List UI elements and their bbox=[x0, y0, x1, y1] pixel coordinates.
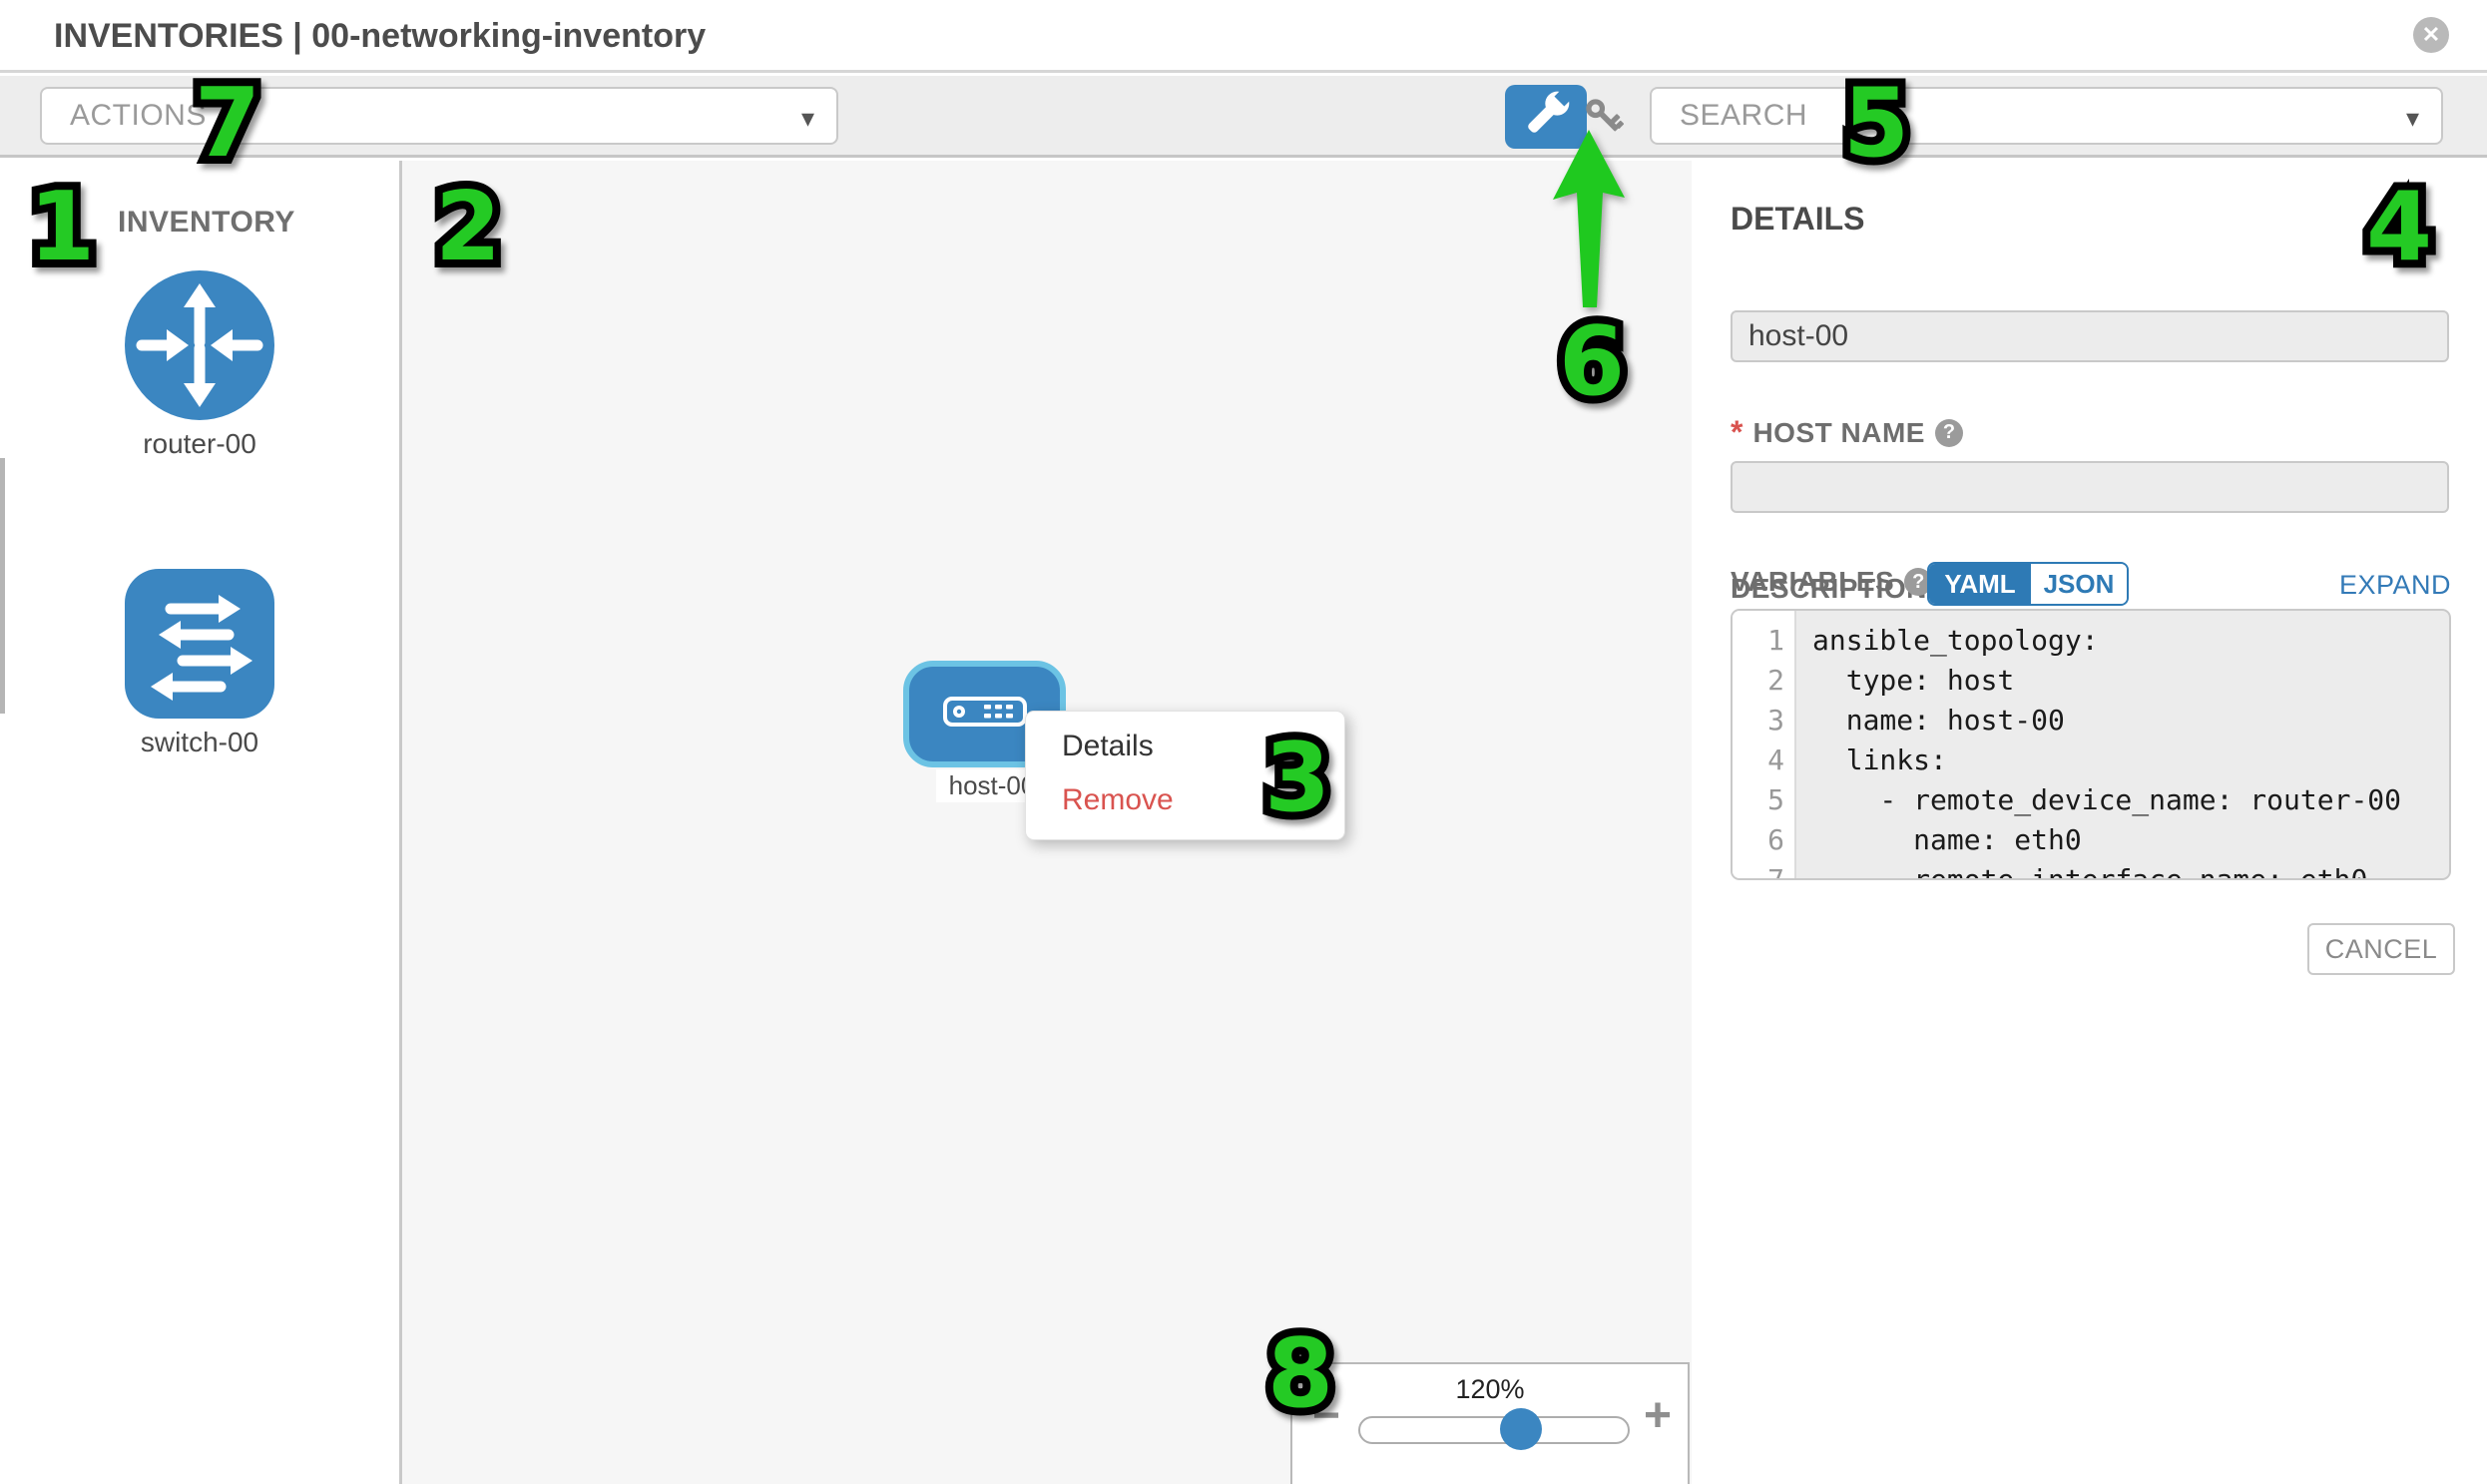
code-line: links: bbox=[1812, 741, 2449, 780]
sidebar-item-label: switch-00 bbox=[120, 727, 279, 758]
line-number: 7 bbox=[1733, 860, 1794, 880]
line-number: 3 bbox=[1733, 701, 1794, 741]
sidebar-item-switch[interactable]: switch-00 bbox=[120, 569, 279, 758]
line-number: 4 bbox=[1733, 741, 1794, 780]
host-icon bbox=[943, 697, 1027, 732]
description-field[interactable] bbox=[1731, 461, 2449, 513]
inventory-sidebar: INVENTORY router-00 bbox=[0, 161, 402, 1484]
host-name-label: HOST NAME bbox=[1752, 417, 1925, 449]
variables-format-toggle: YAML JSON bbox=[1927, 562, 2129, 606]
line-number: 6 bbox=[1733, 820, 1794, 860]
code-line: ansible_topology: bbox=[1812, 621, 2449, 661]
expand-link[interactable]: EXPAND bbox=[2339, 570, 2451, 601]
help-icon[interactable]: ? bbox=[1935, 419, 1963, 447]
search-dropdown-label: SEARCH bbox=[1680, 99, 1807, 133]
editor-gutter: 1 2 3 4 5 6 7 bbox=[1733, 611, 1796, 878]
line-number: 2 bbox=[1733, 661, 1794, 701]
details-panel: DETAILS * HOST NAME ? DESCRIPTION VARIAB… bbox=[1695, 161, 2487, 1484]
code-line: name: eth0 bbox=[1812, 820, 2449, 860]
variables-label: VARIABLES bbox=[1731, 566, 1894, 598]
annotation-7: 7 bbox=[168, 48, 287, 188]
editor-code-area[interactable]: ansible_topology: type: host name: host-… bbox=[1798, 611, 2449, 878]
actions-dropdown[interactable]: ACTIONS ▾ bbox=[40, 87, 838, 145]
toggle-yaml[interactable]: YAML bbox=[1929, 564, 2031, 604]
code-line: name: host-00 bbox=[1812, 701, 2449, 741]
required-marker: * bbox=[1731, 414, 1742, 451]
header-bar: INVENTORIES | 00-networking-inventory ✕ bbox=[0, 0, 2487, 73]
page-title: INVENTORIES | 00-networking-inventory bbox=[54, 17, 706, 56]
svg-text:5: 5 bbox=[1843, 69, 1909, 179]
chevron-down-icon: ▾ bbox=[2406, 103, 2419, 134]
switch-icon bbox=[125, 569, 274, 719]
zoom-slider[interactable] bbox=[1358, 1416, 1630, 1444]
sidebar-item-label: router-00 bbox=[120, 428, 279, 460]
svg-text:2: 2 bbox=[435, 173, 501, 282]
annotation-1: 1 bbox=[2, 152, 122, 291]
sidebar-title: INVENTORY bbox=[118, 206, 295, 240]
router-icon bbox=[125, 270, 274, 420]
variables-header-row: VARIABLES ? YAML JSON EXPAND bbox=[1731, 562, 2451, 606]
annotation-8: 8 bbox=[1241, 1298, 1360, 1438]
svg-text:4: 4 bbox=[2366, 173, 2432, 282]
search-dropdown[interactable]: SEARCH ▾ bbox=[1650, 87, 2443, 145]
code-line: type: host bbox=[1812, 661, 2449, 701]
svg-text:6: 6 bbox=[1559, 307, 1625, 417]
svg-text:3: 3 bbox=[1264, 724, 1330, 833]
details-panel-title: DETAILS bbox=[1731, 201, 1865, 238]
line-number: 1 bbox=[1733, 621, 1794, 661]
sidebar-scrollbar[interactable] bbox=[0, 458, 5, 714]
cancel-button[interactable]: CANCEL bbox=[2307, 923, 2455, 975]
topology-canvas[interactable]: host-00 Details Remove 120% − + bbox=[402, 161, 1692, 1484]
svg-text:7: 7 bbox=[195, 69, 260, 179]
zoom-in-button[interactable]: + bbox=[1644, 1392, 1672, 1440]
code-line: - remote_device_name: router-00 bbox=[1812, 780, 2449, 820]
app-window: INVENTORIES | 00-networking-inventory ✕ … bbox=[0, 0, 2487, 1484]
svg-text:8: 8 bbox=[1267, 1319, 1333, 1429]
svg-text:1: 1 bbox=[29, 173, 95, 282]
annotation-4: 4 bbox=[2339, 152, 2459, 291]
chevron-down-icon: ▾ bbox=[801, 103, 814, 134]
annotation-2: 2 bbox=[408, 152, 528, 291]
close-icon[interactable]: ✕ bbox=[2413, 17, 2449, 53]
annotation-5: 5 bbox=[1816, 48, 1936, 188]
variables-editor[interactable]: 1 2 3 4 5 6 7 ansible_topology: type: ho… bbox=[1731, 609, 2451, 880]
toggle-json[interactable]: JSON bbox=[2031, 564, 2127, 604]
zoom-slider-thumb[interactable] bbox=[1500, 1408, 1542, 1450]
annotation-6: 6 bbox=[1532, 286, 1652, 426]
code-line: remote_interface_name: eth0 bbox=[1812, 860, 2449, 880]
toolbar: ACTIONS ▾ bbox=[0, 76, 2487, 158]
host-name-label-row: * HOST NAME ? bbox=[1731, 414, 1963, 451]
line-number: 5 bbox=[1733, 780, 1794, 820]
annotation-3: 3 bbox=[1238, 703, 1357, 842]
host-name-field[interactable] bbox=[1731, 310, 2449, 362]
sidebar-item-router[interactable]: router-00 bbox=[120, 270, 279, 460]
